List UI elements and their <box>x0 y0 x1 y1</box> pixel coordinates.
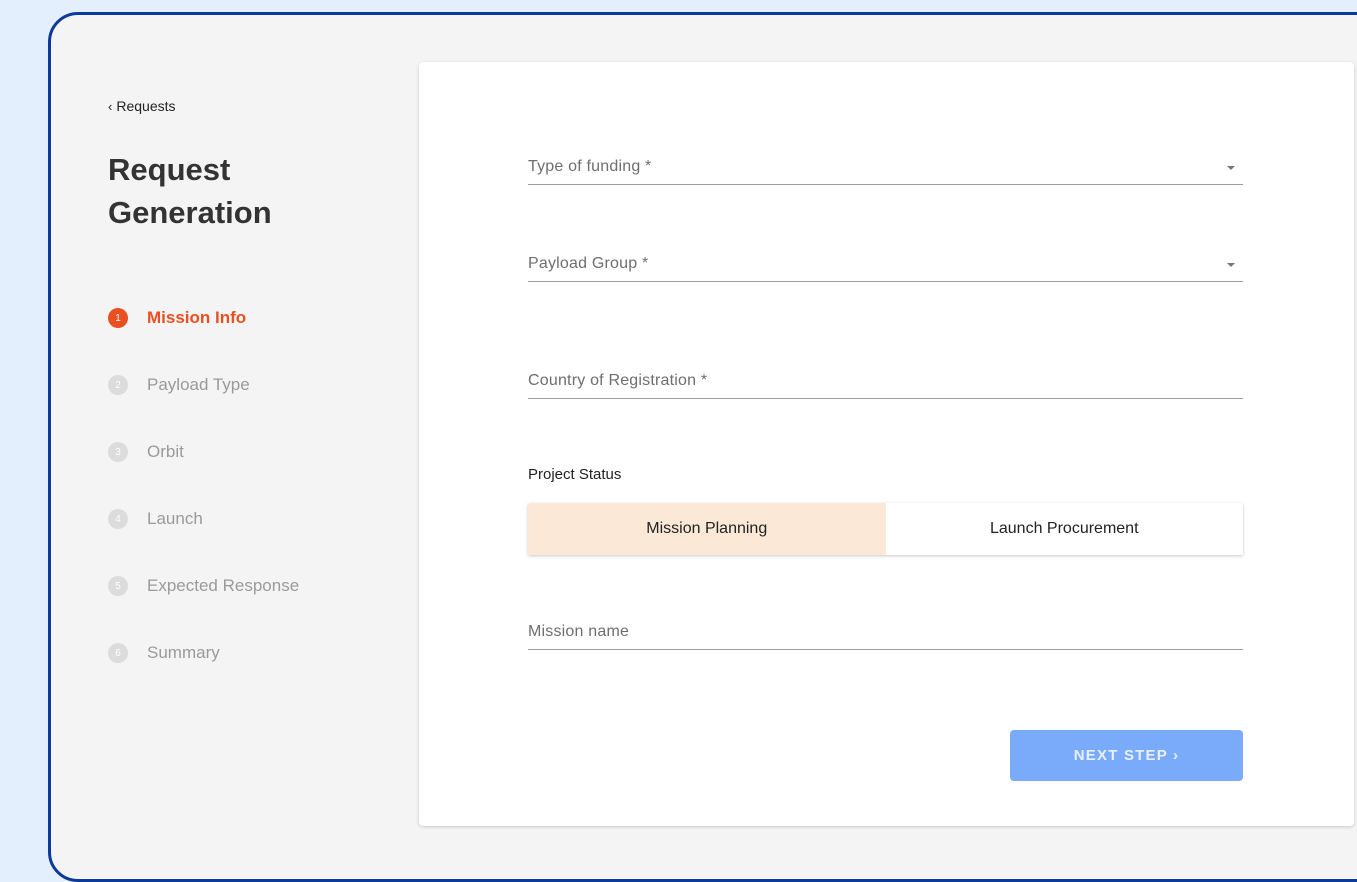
stepper: 1 Mission Info 2 Payload Type 3 Orbit 4 … <box>108 304 299 706</box>
dropdown-arrow-icon <box>1227 263 1235 267</box>
step-label: Payload Type <box>147 375 250 394</box>
mission-name-input[interactable]: Mission name <box>528 617 1243 650</box>
step-orbit[interactable]: 3 Orbit <box>108 438 299 466</box>
step-number-badge: 5 <box>108 576 128 596</box>
step-payload-type[interactable]: 2 Payload Type <box>108 371 299 399</box>
step-summary[interactable]: 6 Summary <box>108 639 299 667</box>
chevron-left-icon: ‹ <box>108 99 113 114</box>
step-expected-response[interactable]: 5 Expected Response <box>108 572 299 600</box>
step-number-badge: 2 <box>108 375 128 395</box>
back-link-label: Requests <box>116 98 176 114</box>
step-number-badge: 3 <box>108 442 128 462</box>
mission-planning-option[interactable]: Mission Planning <box>528 503 886 555</box>
step-label: Expected Response <box>147 576 300 595</box>
step-mission-info[interactable]: 1 Mission Info <box>108 304 299 332</box>
dropdown-arrow-icon <box>1227 166 1235 170</box>
next-step-button[interactable]: NEXT STEP › <box>1010 730 1243 781</box>
funding-type-select[interactable]: Type of funding * <box>528 152 1243 185</box>
project-status-toggle: Mission Planning Launch Procurement <box>528 503 1243 555</box>
step-label: Launch <box>147 509 203 528</box>
launch-procurement-option[interactable]: Launch Procurement <box>885 503 1243 555</box>
step-number-badge: 6 <box>108 643 128 663</box>
step-launch[interactable]: 4 Launch <box>108 505 299 533</box>
country-of-registration-label: Country of Registration * <box>528 372 708 389</box>
payload-group-select[interactable]: Payload Group * <box>528 249 1243 282</box>
step-label: Orbit <box>147 442 184 461</box>
step-number-badge: 1 <box>108 308 128 328</box>
funding-type-label: Type of funding * <box>528 158 652 175</box>
back-to-requests-link[interactable]: ‹ Requests <box>108 98 176 114</box>
country-of-registration-input[interactable]: Country of Registration * <box>528 366 1243 399</box>
page-title: Request Generation <box>108 152 272 230</box>
step-number-badge: 4 <box>108 509 128 529</box>
mission-name-label: Mission name <box>528 623 630 640</box>
payload-group-label: Payload Group * <box>528 255 649 272</box>
step-label: Summary <box>147 643 220 662</box>
step-label: Mission Info <box>147 308 247 327</box>
project-status-label: Project Status <box>528 466 622 483</box>
